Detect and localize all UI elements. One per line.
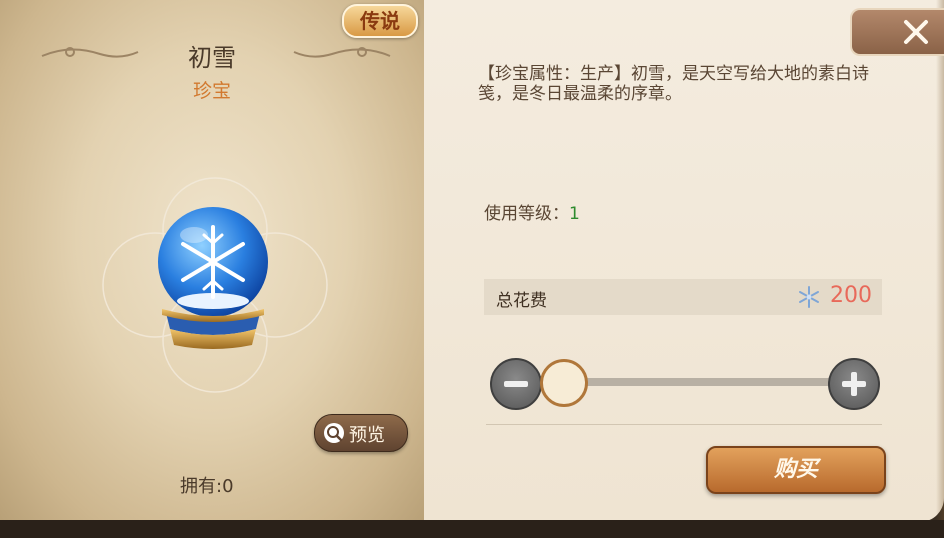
divider xyxy=(486,424,882,425)
snow-globe-icon xyxy=(158,207,268,349)
use-level-label: 使用等级： xyxy=(484,204,569,224)
use-level-value: 1 xyxy=(569,204,580,224)
quantity-slider-knob[interactable] xyxy=(540,359,588,407)
item-type: 珍宝 xyxy=(192,80,231,102)
preview-button[interactable]: 预览 xyxy=(314,414,408,452)
rarity-badge: 传说 xyxy=(342,4,418,38)
item-name: 初雪 xyxy=(188,44,236,72)
close-button[interactable] xyxy=(850,8,944,56)
total-cost-label: 总花费 xyxy=(496,291,547,311)
bottom-border xyxy=(0,520,944,538)
purchase-dialog: 初雪 珍宝 预览 拥有:0 传说 【珍宝属性：生产】初雪，是天空写给大地的素白诗… xyxy=(0,0,944,538)
quantity-stepper xyxy=(488,356,882,410)
close-icon xyxy=(904,20,928,44)
owned-count: 拥有:0 xyxy=(180,476,234,497)
snowflake-currency-icon xyxy=(799,286,819,308)
buy-button[interactable]: 购买 xyxy=(706,446,886,494)
plus-button[interactable] xyxy=(828,358,880,410)
preview-label: 预览 xyxy=(349,425,385,446)
minus-button[interactable] xyxy=(490,358,542,410)
search-icon xyxy=(324,423,344,443)
total-cost-value: 200 xyxy=(830,283,872,308)
total-cost-row: 总花费 200 xyxy=(484,279,882,315)
use-level: 使用等级：1 xyxy=(484,199,580,224)
item-info-panel: 初雪 珍宝 预览 拥有:0 xyxy=(0,0,426,522)
item-description: 【珍宝属性：生产】初雪，是天空写给大地的素白诗笺，是冬日最温柔的序章。 xyxy=(478,64,869,104)
